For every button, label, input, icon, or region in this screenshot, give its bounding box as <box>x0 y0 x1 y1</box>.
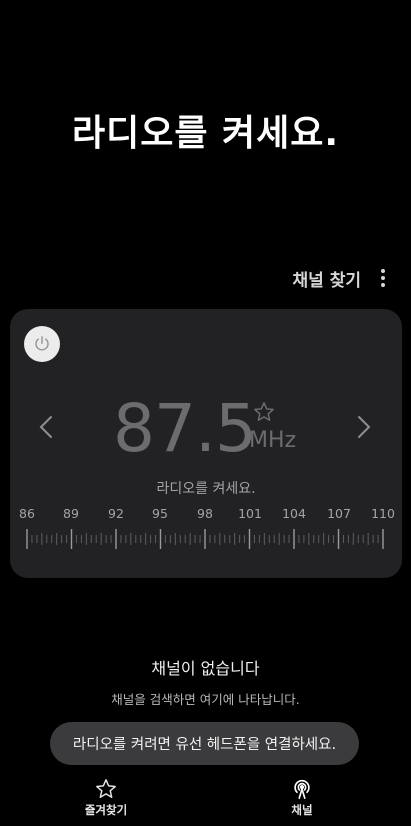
chevron-left-icon <box>39 416 52 438</box>
scale-label: 104 <box>282 506 306 521</box>
scale-label: 101 <box>238 506 262 521</box>
empty-state-description: 채널을 검색하면 여기에 나타납니다. <box>111 692 300 707</box>
favorite-star-icon[interactable] <box>253 401 275 423</box>
radio-antenna-icon <box>294 779 310 799</box>
frequency-unit: MHz <box>249 428 297 453</box>
nav-favorites-label: 즐겨찾기 <box>84 803 128 817</box>
scale-label: 89 <box>63 506 79 521</box>
toast-message: 라디오를 켜려면 유선 헤드폰을 연결하세요. <box>50 722 359 765</box>
tuner-status-text: 라디오를 켜세요. <box>156 481 256 497</box>
toolbar: 채널 찾기 <box>293 264 391 292</box>
frequency-display: 87.5 <box>113 390 257 467</box>
scale-label: 107 <box>327 506 351 521</box>
scale-label: 98 <box>197 506 213 521</box>
frequency-scale[interactable] <box>10 526 402 552</box>
chevron-right-icon <box>358 416 371 438</box>
nav-channels-label: 채널 <box>291 803 313 817</box>
previous-station-button[interactable] <box>35 412 57 442</box>
tuner-card: 87.5 MHz 라디오를 켜세요. 86 89 92 95 98 101 10… <box>10 309 402 578</box>
scale-label: 92 <box>108 506 124 521</box>
page-title: 라디오를 켜세요. <box>71 113 340 154</box>
scale-label: 95 <box>152 506 168 521</box>
nav-channels[interactable]: 채널 <box>262 778 342 818</box>
power-icon <box>35 336 49 351</box>
power-button[interactable] <box>24 326 60 362</box>
empty-state-title: 채널이 없습니다 <box>151 659 260 678</box>
scale-label: 110 <box>371 506 395 521</box>
scale-label: 86 <box>19 506 35 521</box>
nav-favorites[interactable]: 즐겨찾기 <box>66 778 146 818</box>
search-channels-button[interactable]: 채널 찾기 <box>293 266 361 291</box>
star-icon <box>96 779 116 798</box>
next-station-button[interactable] <box>353 412 375 442</box>
more-options-icon[interactable] <box>375 267 391 289</box>
